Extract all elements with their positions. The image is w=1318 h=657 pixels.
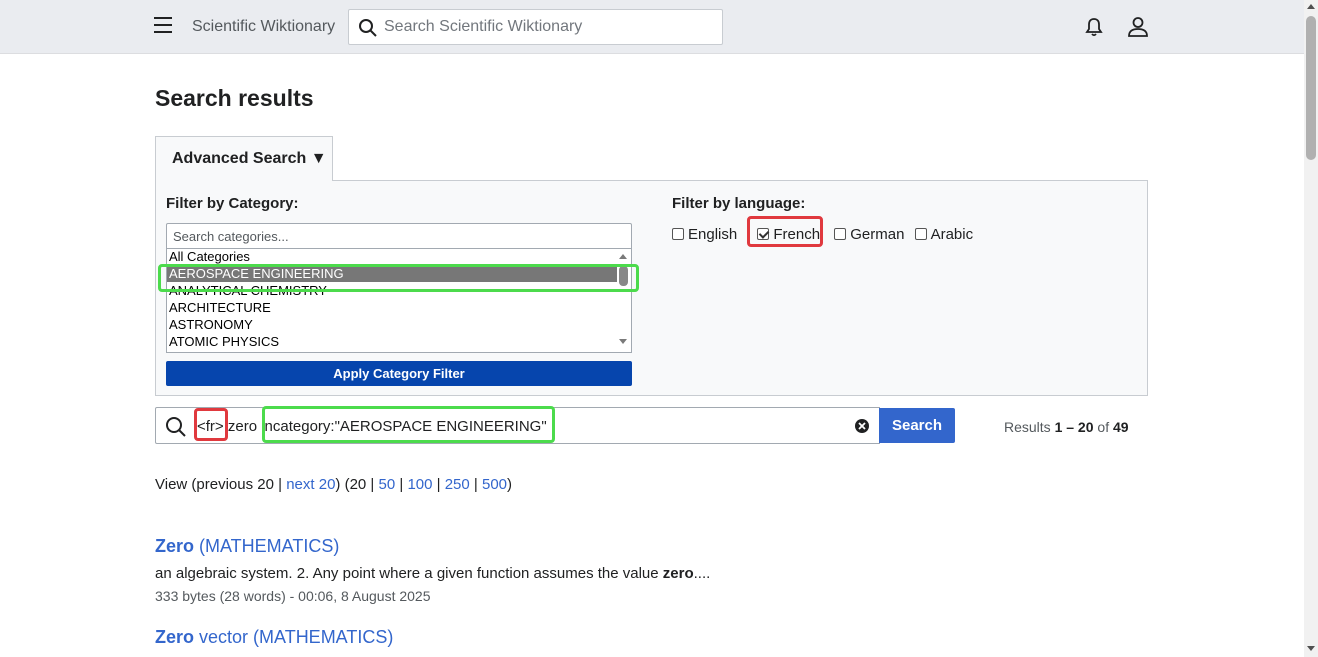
search-icon — [359, 19, 377, 37]
category-option[interactable]: All Categories — [167, 249, 617, 265]
view-suffix: ) — [507, 476, 513, 493]
snippet-match: zero — [662, 565, 694, 582]
english-label: English — [688, 226, 738, 243]
view-prefix: View (previous 20 | — [155, 476, 283, 493]
category-option[interactable]: ARCHITECTURE — [167, 299, 617, 316]
clear-search-icon[interactable] — [854, 418, 870, 434]
result-title-match: Zero — [155, 627, 195, 647]
query-category: incategory:"AEROSPACE ENGINEERING" — [261, 418, 547, 435]
scroll-down-arrow-icon[interactable] — [1307, 646, 1315, 651]
top-header: Scientific Wiktionary — [0, 0, 1304, 54]
results-of: of — [1097, 419, 1110, 435]
language-filter-heading: Filter by language: — [672, 195, 806, 212]
category-scroll-thumb[interactable] — [619, 266, 628, 286]
apply-category-filter-button[interactable]: Apply Category Filter — [166, 361, 632, 386]
advanced-search-toggle[interactable]: Advanced Search ▼ — [155, 136, 333, 181]
language-option-arabic[interactable]: Arabic — [914, 226, 974, 243]
french-label: French — [773, 226, 821, 243]
result-meta: 333 bytes (28 words) - 00:06, 8 August 2… — [155, 588, 431, 604]
search-icon — [166, 417, 186, 437]
search-result: Zero (MATHEMATICS) an algebraic system. … — [155, 536, 710, 604]
page-title: Search results — [155, 85, 314, 111]
main-search-box[interactable]: <fr> zero incategory:"AEROSPACE ENGINEER… — [155, 407, 880, 444]
page-size-link-100[interactable]: 100 — [407, 476, 432, 493]
category-scroll-up-icon[interactable] — [619, 254, 627, 259]
site-search-box[interactable] — [348, 9, 723, 45]
page-size-link-250[interactable]: 250 — [445, 476, 470, 493]
results-prefix: Results — [1004, 419, 1051, 435]
snippet-text: an algebraic system. 2. Any point where … — [155, 565, 663, 582]
results-count: Results 1 – 20 of 49 — [1004, 419, 1129, 435]
category-option[interactable]: ASTRONOMY — [167, 316, 617, 333]
result-title-link[interactable]: Zero vector (MATHEMATICS) — [155, 627, 393, 648]
page-size-link-500[interactable]: 500 — [482, 476, 507, 493]
user-account-icon[interactable] — [1126, 15, 1150, 39]
result-title-rest: (MATHEMATICS) — [194, 536, 340, 556]
view-separator: | — [473, 476, 478, 493]
site-search-input[interactable] — [382, 10, 712, 44]
language-option-english[interactable]: English — [672, 226, 737, 243]
view-separator: | — [399, 476, 404, 493]
notifications-bell-icon[interactable] — [1083, 16, 1105, 38]
arabic-label: Arabic — [930, 226, 974, 243]
category-filter-heading: Filter by Category: — [166, 195, 299, 212]
german-checkbox[interactable] — [834, 228, 847, 240]
language-options: English French German Arabic — [672, 226, 979, 243]
results-range: 1 – 20 — [1054, 419, 1094, 435]
site-title[interactable]: Scientific Wiktionary — [192, 18, 335, 36]
category-listbox[interactable]: All Categories AEROSPACE ENGINEERING ANA… — [166, 249, 632, 353]
search-query-text[interactable]: <fr> zero incategory:"AEROSPACE ENGINEER… — [197, 418, 547, 435]
search-submit-button[interactable]: Search — [879, 408, 955, 443]
page-size-link-50[interactable]: 50 — [379, 476, 396, 493]
page-scrollbar[interactable] — [1304, 0, 1318, 657]
snippet-ellipsis: .... — [693, 565, 711, 582]
category-option[interactable]: ANALYTICAL CHEMISTRY — [167, 282, 617, 299]
english-checkbox[interactable] — [672, 228, 684, 240]
query-term: zero — [227, 418, 258, 435]
next-page-link[interactable]: next 20 — [286, 476, 335, 493]
result-snippet: an algebraic system. 2. Any point where … — [155, 565, 710, 582]
pagination-row: View (previous 20 | next 20) (20 | 50 | … — [155, 476, 512, 493]
language-option-french[interactable]: French — [757, 226, 820, 243]
language-option-german[interactable]: German — [834, 226, 904, 243]
result-title-rest: vector (MATHEMATICS) — [194, 627, 394, 647]
results-total: 49 — [1112, 419, 1129, 435]
view-mid: ) (20 | — [335, 476, 375, 493]
view-separator: | — [436, 476, 441, 493]
german-label: German — [850, 226, 905, 243]
scroll-thumb[interactable] — [1306, 16, 1316, 160]
result-title-link[interactable]: Zero (MATHEMATICS) — [155, 536, 710, 557]
arabic-checkbox[interactable] — [914, 228, 927, 240]
hamburger-menu-icon[interactable] — [154, 17, 176, 37]
result-title-match: Zero — [155, 536, 195, 556]
french-checkbox[interactable] — [757, 228, 770, 240]
category-option-selected[interactable]: AEROSPACE ENGINEERING — [167, 265, 617, 282]
category-scroll-down-icon[interactable] — [619, 339, 627, 344]
category-list-scrollbar[interactable] — [617, 249, 631, 352]
query-language-tag: <fr> — [197, 418, 224, 435]
category-search-input[interactable] — [166, 223, 632, 249]
scroll-up-arrow-icon[interactable] — [1307, 4, 1315, 9]
search-result: Zero vector (MATHEMATICS) — [155, 627, 393, 648]
category-option[interactable]: ATOMIC PHYSICS — [167, 333, 617, 350]
